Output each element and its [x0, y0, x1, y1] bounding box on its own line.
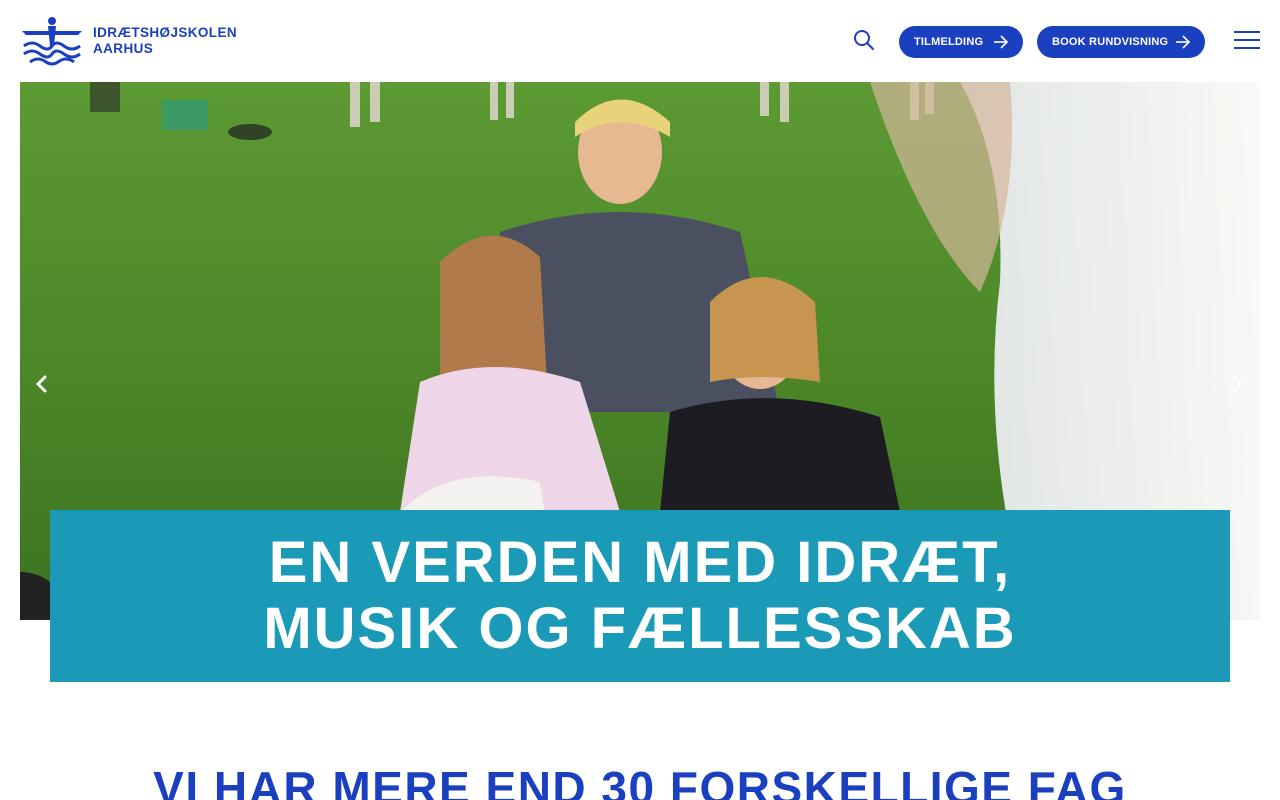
hamburger-menu-icon[interactable] [1233, 28, 1261, 52]
search-button[interactable] [852, 28, 876, 52]
book-tour-button-label: BOOK RUNDVISNING [1052, 36, 1169, 48]
search-icon [854, 30, 874, 50]
logo-line-2: AARHUS [93, 41, 154, 56]
book-tour-button[interactable]: BOOK RUNDVISNING [1037, 26, 1205, 58]
hero-caption-line-1: EN VERDEN MED IDRÆT, [268, 530, 1012, 595]
arrow-right-icon [1176, 35, 1191, 49]
hero-caption-line-2: MUSIK OG FÆLLESSKAB [263, 596, 1017, 661]
signup-button[interactable]: TILMELDING [899, 26, 1023, 58]
logo-wordmark: IDRÆTSHØJSKOLEN AARHUS [93, 25, 237, 57]
subjects-heading: VI HAR MERE END 30 FORSKELLIGE FAG [153, 762, 1127, 800]
chevron-right-icon [1232, 375, 1244, 393]
slider-next-button[interactable] [1225, 372, 1249, 396]
school-emblem-icon [22, 17, 82, 66]
site-logo[interactable]: IDRÆTSHØJSKOLEN AARHUS [20, 16, 237, 66]
signup-button-label: TILMELDING [914, 36, 984, 48]
hero-caption: EN VERDEN MED IDRÆT, MUSIK OG FÆLLESSKAB [50, 510, 1230, 682]
slider-prev-button[interactable] [30, 372, 54, 396]
site-header: IDRÆTSHØJSKOLEN AARHUS TILMELDING BOOK R… [0, 0, 1280, 82]
logo-line-1: IDRÆTSHØJSKOLEN [93, 25, 238, 40]
arrow-right-icon [994, 35, 1009, 49]
chevron-left-icon [35, 375, 47, 393]
